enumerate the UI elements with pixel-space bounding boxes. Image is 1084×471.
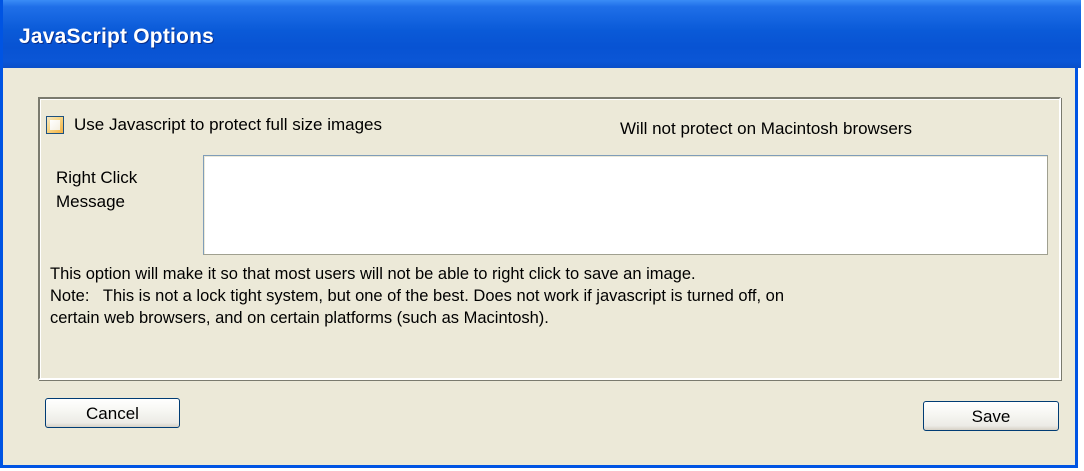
option-description: This option will make it so that most us… [50,263,1050,329]
javascript-options-dialog: JavaScript Options Use Javascript to pro… [0,0,1081,468]
right-click-message-field[interactable] [203,155,1048,255]
title-bar[interactable]: JavaScript Options [3,0,1081,68]
description-line-1: This option will make it so that most us… [50,265,696,283]
checkbox-box-icon [50,120,60,130]
description-line-2: Note: This is not a lock tight system, b… [50,287,785,305]
right-click-message-label: Right Click Message [56,168,138,211]
save-button[interactable]: Save [923,401,1059,431]
protect-images-checkbox[interactable] [46,116,64,134]
protect-images-label[interactable]: Use Javascript to protect full size imag… [74,114,382,136]
cancel-button[interactable]: Cancel [45,398,180,428]
description-line-3: certain web browsers, and on certain pla… [50,309,549,327]
macintosh-note: Will not protect on Macintosh browsers [620,119,912,138]
dialog-title: JavaScript Options [19,25,214,48]
